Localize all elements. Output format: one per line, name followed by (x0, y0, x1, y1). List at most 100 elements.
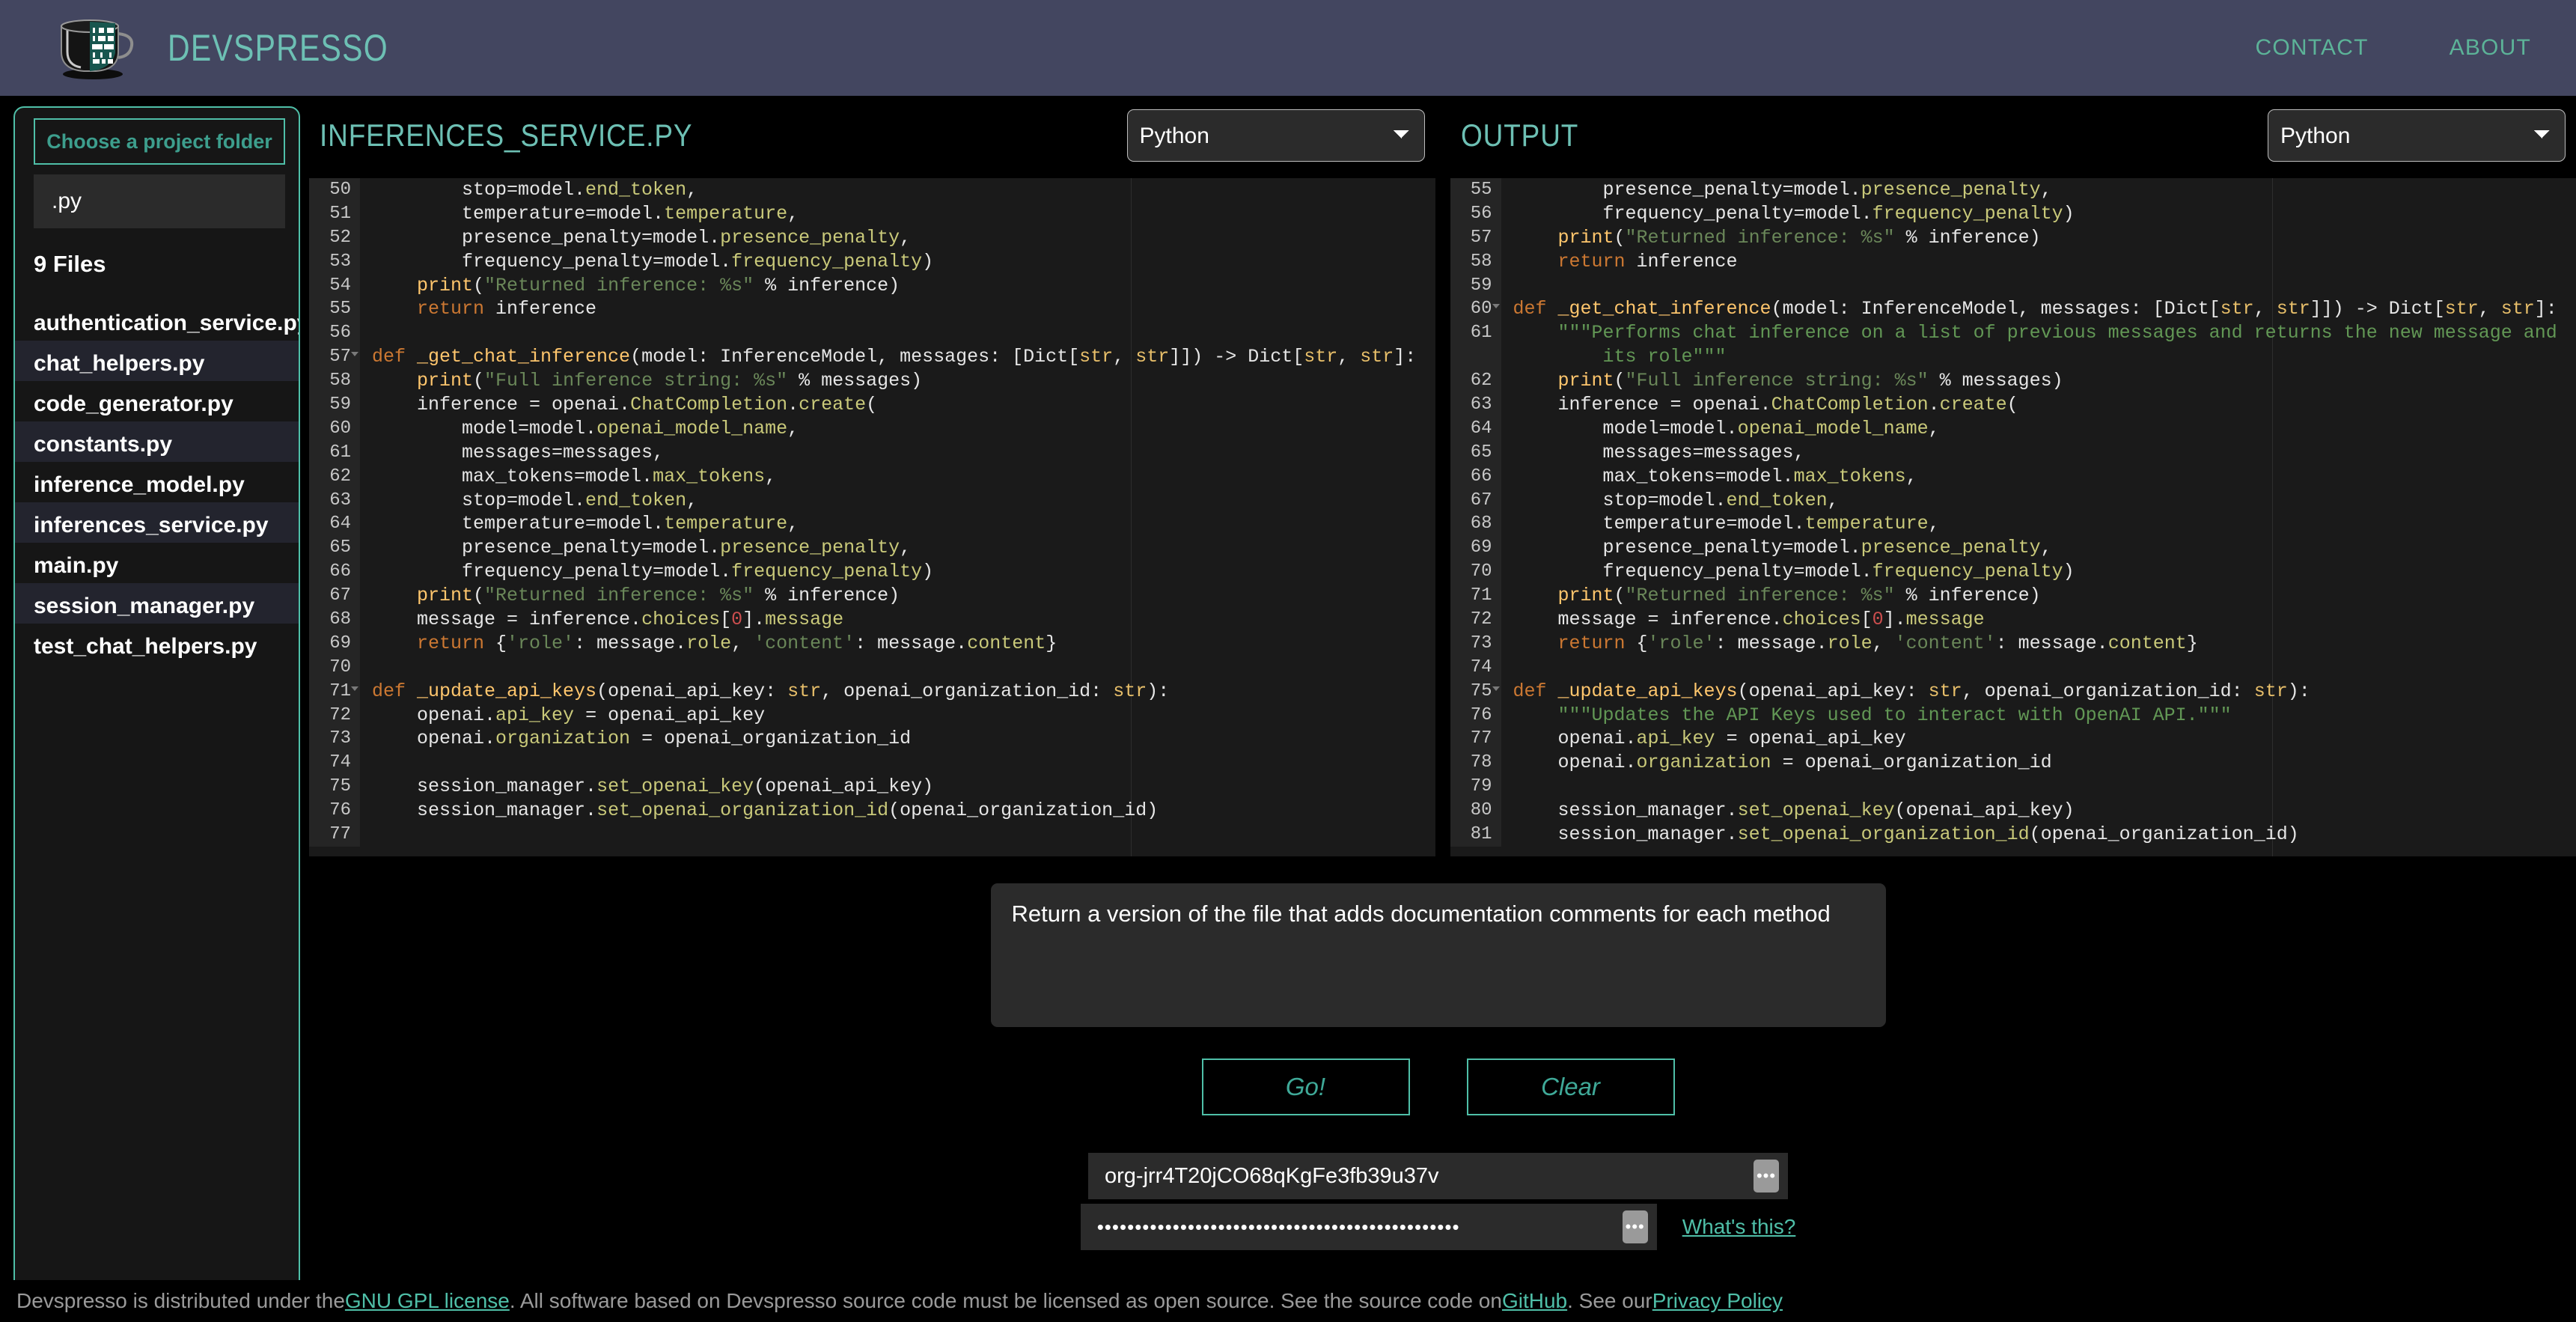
action-button-row: Go! Clear (300, 1058, 2576, 1115)
code-line: 63 stop=model.end_token, (309, 488, 1435, 513)
nav-link-about[interactable]: ABOUT (2450, 35, 2531, 61)
code-line: 69 return {'role': message.role, 'conten… (309, 631, 1435, 656)
code-line: 72 openai.api_key = openai_api_key (309, 703, 1435, 728)
code-line-text: max_tokens=model.max_tokens, (372, 465, 777, 487)
code-line: 68 temperature=model.temperature, (1450, 512, 2576, 537)
code-line-text: print("Returned inference: %s" % inferen… (417, 274, 900, 296)
file-name: chat_helpers.py (34, 351, 205, 376)
code-line-text: inference = openai.ChatCompletion.create… (1513, 394, 2018, 416)
line-number: 64 (309, 512, 360, 537)
nav-link-contact[interactable]: CONTACT (2255, 35, 2368, 61)
code-line: 66 max_tokens=model.max_tokens, (1450, 464, 2576, 489)
output-language-select[interactable]: PythonJavaScriptJavaC++Go (2268, 109, 2566, 162)
code-line: 50 stop=model.end_token, (309, 178, 1435, 202)
line-number: 60 (309, 416, 360, 441)
code-line: 77 openai.api_key = openai_api_key (1450, 727, 2576, 752)
line-number: 69 (309, 631, 360, 656)
footer-text-2: . All software based on Devspresso sourc… (509, 1289, 1502, 1312)
code-line-text: frequency_penalty=model.frequency_penalt… (1513, 561, 2075, 583)
api-key-input[interactable] (1080, 1215, 1623, 1239)
list-item[interactable]: session_manager.py (15, 583, 299, 624)
code-line-text: def _update_api_keys(openai_api_key: str… (1513, 680, 2310, 702)
extension-filter-input[interactable] (34, 174, 285, 228)
code-line: 52 presence_penalty=model.presence_penal… (309, 225, 1435, 250)
code-line-text: stop=model.end_token, (372, 179, 698, 201)
organization-id-input[interactable] (1088, 1163, 1754, 1189)
footer-text-3: . See our (1567, 1289, 1652, 1312)
code-line-text: def _get_chat_inference(model: Inference… (372, 346, 1417, 368)
line-number: 62 (309, 464, 360, 489)
go-button[interactable]: Go! (1201, 1058, 1410, 1115)
prompt-textarea[interactable] (990, 883, 1886, 1027)
list-item[interactable]: authentication_service.py (15, 300, 299, 341)
choose-project-folder-button[interactable]: Choose a project folder (34, 118, 285, 165)
prompt-section: Go! Clear ••• ••• What's this? (300, 856, 2576, 1250)
footer-link-privacy-policy[interactable]: Privacy Policy (1652, 1289, 1783, 1313)
footer-link-gnu-gpl[interactable]: GNU GPL license (345, 1289, 510, 1313)
fold-arrow-icon[interactable] (1492, 304, 1500, 309)
line-number: 66 (309, 560, 360, 585)
code-line-text: message = inference.choices[0].message (1513, 609, 1985, 631)
fold-arrow-icon[interactable] (351, 686, 358, 691)
code-line-text: temperature=model.temperature, (372, 202, 799, 225)
organization-id-reveal-icon[interactable]: ••• (1754, 1160, 1779, 1192)
line-number: 72 (1450, 608, 1501, 632)
code-line: 75 session_manager.set_openai_key(openai… (309, 775, 1435, 799)
line-number: 67 (1450, 488, 1501, 513)
list-item[interactable]: main.py (15, 543, 299, 583)
fold-arrow-icon[interactable] (351, 352, 358, 357)
line-number: 58 (309, 369, 360, 394)
api-key-reveal-icon[interactable]: ••• (1622, 1210, 1648, 1243)
code-line: 60 def _get_chat_inference(model: Inferen… (1450, 297, 2576, 322)
list-item[interactable]: chat_helpers.py (15, 341, 299, 381)
credentials-section: ••• ••• What's this? (300, 1153, 2576, 1250)
footer-link-github[interactable]: GitHub (1502, 1289, 1567, 1313)
line-number: 76 (309, 799, 360, 823)
code-line: 69 presence_penalty=model.presence_penal… (1450, 536, 2576, 561)
line-number: 60 (1450, 297, 1501, 322)
code-line: 68 message = inference.choices[0].messag… (309, 608, 1435, 632)
code-line-text: print("Full inference string: %s" % mess… (1557, 370, 2063, 392)
whats-this-link[interactable]: What's this? (1682, 1215, 1796, 1239)
main-nav: CONTACT ABOUT (2255, 35, 2531, 61)
line-number: 78 (1450, 751, 1501, 776)
code-line-text: temperature=model.temperature, (372, 513, 799, 535)
file-name: main.py (34, 553, 119, 578)
editor-code-area[interactable]: 50 stop=model.end_token, 51 temperature=m… (309, 175, 1435, 856)
code-line: 59 inference = openai.ChatCompletion.cre… (309, 393, 1435, 417)
line-number: 77 (1450, 727, 1501, 752)
list-item[interactable]: inference_model.py (15, 462, 299, 502)
code-line: 76 session_manager.set_openai_organizati… (309, 799, 1435, 823)
line-number: 81 (1450, 823, 1501, 847)
line-number: 77 (309, 823, 360, 847)
file-name: session_manager.py (34, 594, 255, 618)
line-number: 61 (1450, 321, 1501, 346)
clear-button[interactable]: Clear (1466, 1058, 1675, 1115)
file-count-label: 9 Files (34, 251, 106, 277)
line-number: 56 (309, 321, 360, 346)
line-number: 54 (309, 273, 360, 298)
line-number (1450, 345, 1501, 370)
line-number: 55 (1450, 178, 1501, 202)
code-line: 61 messages=messages, (309, 440, 1435, 465)
list-item[interactable]: code_generator.py (15, 381, 299, 421)
code-line: 67 stop=model.end_token, (1450, 488, 2576, 513)
line-number: 50 (309, 178, 360, 202)
code-line-text: def _get_chat_inference(model: Inference… (1513, 298, 2557, 320)
file-name: constants.py (34, 432, 173, 457)
editor-language-select[interactable]: PythonJavaScriptJavaC++Go (1126, 109, 1425, 162)
list-item[interactable]: test_chat_helpers.py (15, 624, 299, 664)
line-number: 67 (309, 584, 360, 609)
code-line-text: stop=model.end_token, (372, 489, 698, 511)
output-panel-title: OUTPUT (1460, 118, 1578, 153)
code-line-text: return {'role': message.role, 'content':… (1557, 632, 2198, 654)
code-line: 72 message = inference.choices[0].messag… (1450, 608, 2576, 632)
list-item[interactable]: constants.py (15, 421, 299, 462)
list-item[interactable]: inferences_service.py (15, 502, 299, 543)
code-line: 56 (309, 321, 1435, 346)
code-line: 73 return {'role': message.role, 'conten… (1450, 631, 2576, 656)
fold-arrow-icon[interactable] (1492, 686, 1500, 691)
output-code-area[interactable]: 55 presence_penalty=model.presence_penal… (1450, 175, 2576, 856)
code-line-text: frequency_penalty=model.frequency_penalt… (1513, 202, 2075, 225)
code-panels: INFERENCES_SERVICE.PY PythonJavaScriptJa… (300, 96, 2576, 856)
